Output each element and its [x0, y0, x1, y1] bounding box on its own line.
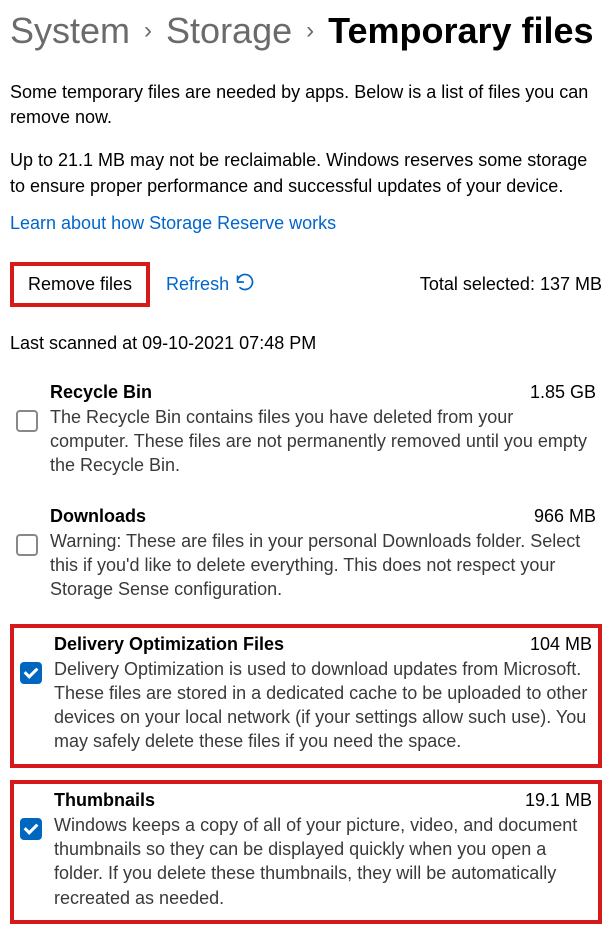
refresh-label: Refresh	[166, 274, 229, 295]
item-size: 966 MB	[534, 506, 596, 527]
item-head: Recycle Bin 1.85 GB	[50, 382, 596, 403]
breadcrumb-current: Temporary files	[328, 10, 593, 52]
item-checkbox[interactable]	[20, 662, 42, 684]
item-checkbox[interactable]	[16, 534, 38, 556]
refresh-icon	[235, 272, 255, 297]
item-head: Downloads 966 MB	[50, 506, 596, 527]
item-body: Recycle Bin 1.85 GBThe Recycle Bin contai…	[50, 382, 596, 478]
file-category-item: Delivery Optimization Files 104 MBDeliver…	[10, 624, 602, 768]
refresh-button[interactable]: Refresh	[166, 272, 255, 297]
last-scanned: Last scanned at 09-10-2021 07:48 PM	[10, 333, 602, 354]
breadcrumb-system[interactable]: System	[10, 10, 130, 52]
item-size: 19.1 MB	[525, 790, 592, 811]
item-title: Downloads	[50, 506, 146, 527]
item-description: Warning: These are files in your persona…	[50, 529, 596, 602]
action-row: Remove files Refresh Total selected: 137…	[10, 262, 602, 307]
item-checkbox[interactable]	[20, 818, 42, 840]
item-body: Downloads 966 MBWarning: These are files …	[50, 506, 596, 602]
file-category-item: Recycle Bin 1.85 GBThe Recycle Bin contai…	[10, 376, 602, 488]
item-description: Windows keeps a copy of all of your pict…	[54, 813, 592, 910]
item-size: 104 MB	[530, 634, 592, 655]
item-head: Thumbnails 19.1 MB	[54, 790, 592, 811]
item-body: Delivery Optimization Files 104 MBDeliver…	[54, 634, 592, 754]
item-title: Recycle Bin	[50, 382, 152, 403]
breadcrumb-storage[interactable]: Storage	[166, 10, 292, 52]
item-body: Thumbnails 19.1 MBWindows keeps a copy of…	[54, 790, 592, 910]
intro-text-2: Up to 21.1 MB may not be reclaimable. Wi…	[10, 148, 602, 198]
chevron-right-icon: ›	[306, 17, 314, 45]
file-category-item: Thumbnails 19.1 MBWindows keeps a copy of…	[10, 780, 602, 924]
breadcrumb: System › Storage › Temporary files	[10, 10, 602, 52]
item-size: 1.85 GB	[530, 382, 596, 403]
item-checkbox[interactable]	[16, 410, 38, 432]
intro-text-1: Some temporary files are needed by apps.…	[10, 80, 602, 130]
learn-storage-reserve-link[interactable]: Learn about how Storage Reserve works	[10, 213, 336, 234]
item-description: The Recycle Bin contains files you have …	[50, 405, 596, 478]
item-title: Delivery Optimization Files	[54, 634, 284, 655]
item-description: Delivery Optimization is used to downloa…	[54, 657, 592, 754]
file-category-item: Downloads 966 MBWarning: These are files …	[10, 500, 602, 612]
chevron-right-icon: ›	[144, 17, 152, 45]
item-title: Thumbnails	[54, 790, 155, 811]
remove-files-button[interactable]: Remove files	[10, 262, 150, 307]
item-head: Delivery Optimization Files 104 MB	[54, 634, 592, 655]
total-selected: Total selected: 137 MB	[420, 274, 602, 295]
